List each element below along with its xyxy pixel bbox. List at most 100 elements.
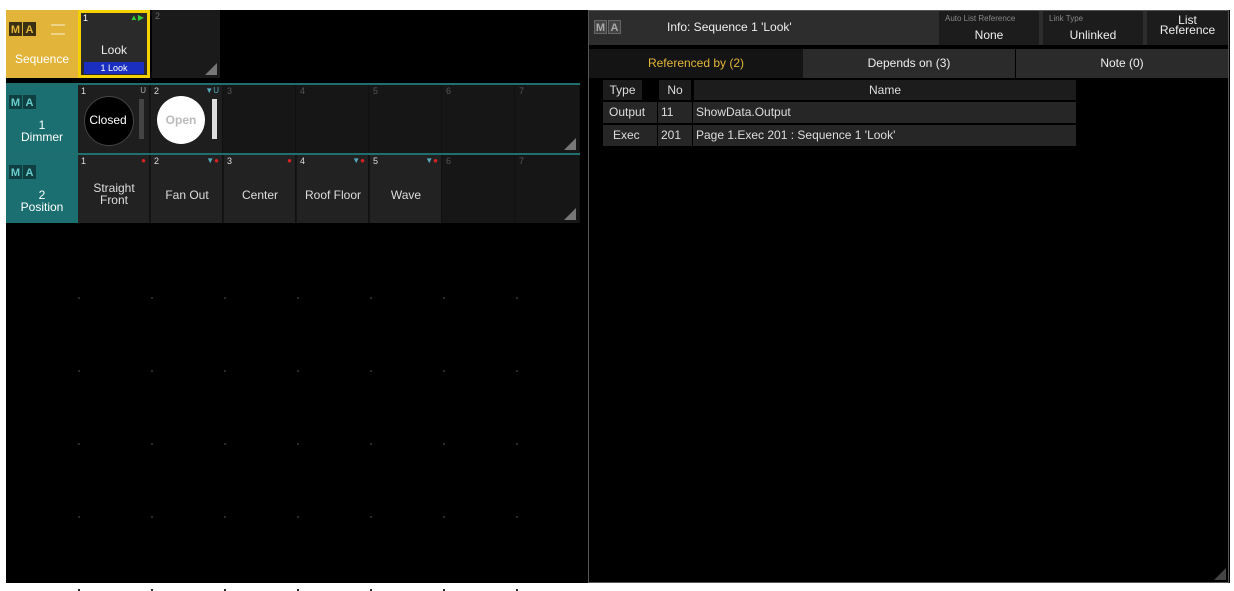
cell-number: 4 xyxy=(300,86,306,96)
list-icon[interactable] xyxy=(51,24,65,35)
sequence-title: Look xyxy=(100,43,128,57)
cell-type: Exec xyxy=(603,125,657,146)
list-reference-button[interactable]: List Reference xyxy=(1147,11,1228,45)
sequence-row: M A Sequence 1 ▲▶ Look 1 Look 2 xyxy=(6,10,580,78)
preset-empty[interactable]: 4 xyxy=(297,85,369,153)
cell-number: 6 xyxy=(446,86,452,96)
sequence-label: Sequence xyxy=(14,52,70,66)
ma-logo-a: A xyxy=(23,95,36,109)
preset-empty[interactable]: 7 xyxy=(516,155,580,223)
grid-dot xyxy=(224,297,226,299)
empty-grid-area[interactable] xyxy=(6,225,580,591)
grid-dot xyxy=(78,297,80,299)
auto-list-reference-label: Auto List Reference xyxy=(945,14,1016,23)
preset-empty[interactable]: 6 xyxy=(443,155,515,223)
resize-handle-icon[interactable] xyxy=(205,63,217,75)
preset-empty[interactable]: 7 xyxy=(516,85,580,153)
grid-dot xyxy=(443,297,445,299)
dimmer-label-block[interactable]: M A 1 Dimmer xyxy=(6,85,78,153)
info-title: Info: Sequence 1 'Look' xyxy=(667,20,792,34)
cell-number: 1 xyxy=(81,86,87,96)
grid-dot xyxy=(151,297,153,299)
grid-dot xyxy=(224,516,226,518)
grid-dot xyxy=(516,370,518,372)
cell-number: 2 xyxy=(155,11,161,21)
column-header-name[interactable]: Name xyxy=(694,80,1076,100)
status-indicator-icon: ▼● xyxy=(425,156,438,165)
column-header-type[interactable]: Type xyxy=(603,80,642,100)
grid-dot xyxy=(370,516,372,518)
preset-closed[interactable]: 1 U Closed xyxy=(78,85,150,153)
tab-referenced-by[interactable]: Referenced by (2) xyxy=(589,49,803,78)
cell-no: 11 xyxy=(658,102,692,123)
grid-dot xyxy=(516,443,518,445)
preset-wave[interactable]: 5 ▼● Wave xyxy=(370,155,442,223)
ma-logo-a: A xyxy=(23,22,36,36)
ma-logo: M A xyxy=(9,165,36,179)
grid-dot xyxy=(516,516,518,518)
cue-label: 1 Look xyxy=(84,62,144,74)
table-row[interactable]: Output 11 ShowData.Output xyxy=(589,102,1077,123)
info-titlebar[interactable]: M A Info: Sequence 1 'Look' Auto List Re… xyxy=(589,11,1228,45)
position-label-block[interactable]: M A 2 Position xyxy=(6,155,78,223)
resize-handle-icon[interactable] xyxy=(1214,568,1226,580)
link-type-button[interactable]: Link Type Unlinked xyxy=(1043,11,1143,45)
grid-dot xyxy=(78,370,80,372)
status-indicator-icon: ▼● xyxy=(352,156,365,165)
cell-number: 2 xyxy=(154,156,160,166)
grid-dot xyxy=(297,516,299,518)
screen: M A Sequence 1 ▲▶ Look 1 Look 2 M A 1 Di… xyxy=(6,10,1230,591)
position-row: M A 2 Position 1 ● Straight Front 2 ▼● F… xyxy=(6,153,580,223)
cell-number: 7 xyxy=(519,86,525,96)
grid-dot xyxy=(151,516,153,518)
auto-list-reference-value: None xyxy=(974,28,1004,42)
grid-dot xyxy=(78,516,80,518)
info-window: M A Info: Sequence 1 'Look' Auto List Re… xyxy=(588,10,1229,583)
preset-open[interactable]: 2 ▼U Open xyxy=(151,85,223,153)
sequence-cell-look[interactable]: 1 ▲▶ Look 1 Look xyxy=(78,10,150,78)
preset-empty[interactable]: 3 xyxy=(224,85,296,153)
ma-logo: M A xyxy=(9,95,36,109)
column-header-no[interactable]: No xyxy=(659,80,691,100)
play-indicator-icon: ▲▶ xyxy=(129,13,144,22)
grid-dot xyxy=(370,370,372,372)
cell-number: 5 xyxy=(373,156,379,166)
cell-type: Output xyxy=(603,102,657,123)
cell-number: 6 xyxy=(446,156,452,166)
preset-empty[interactable]: 6 xyxy=(443,85,515,153)
sequence-label-block[interactable]: M A Sequence xyxy=(6,10,78,78)
link-type-label: Link Type xyxy=(1049,14,1084,23)
grid-dot xyxy=(297,297,299,299)
position-row-label: Position xyxy=(20,200,64,214)
grid-dot xyxy=(224,370,226,372)
sequence-cell-empty[interactable]: 2 xyxy=(152,10,220,78)
ma-logo-a: A xyxy=(608,20,621,34)
preset-label: Roof Floor xyxy=(304,188,362,202)
resize-handle-icon[interactable] xyxy=(564,138,576,150)
grid-dot xyxy=(443,516,445,518)
auto-list-reference-button[interactable]: Auto List Reference None xyxy=(939,11,1039,45)
grid-dot xyxy=(443,370,445,372)
status-dot-icon: ● xyxy=(287,156,292,165)
preset-roof-floor[interactable]: 4 ▼● Roof Floor xyxy=(297,155,369,223)
resize-handle-icon[interactable] xyxy=(564,208,576,220)
ma-logo-m: M xyxy=(9,95,22,109)
preset-label: Center xyxy=(241,188,279,202)
cell-number: 4 xyxy=(300,156,306,166)
preset-empty[interactable]: 5 xyxy=(370,85,442,153)
ma-logo-m: M xyxy=(594,20,607,34)
preset-label: Open xyxy=(165,113,197,127)
preset-straight-front[interactable]: 1 ● Straight Front xyxy=(78,155,150,223)
preset-center[interactable]: 3 ● Center xyxy=(224,155,296,223)
tab-depends-on[interactable]: Depends on (3) xyxy=(803,49,1015,78)
table-row[interactable]: Exec 201 Page 1.Exec 201 : Sequence 1 'L… xyxy=(589,125,1077,146)
preset-fan-out[interactable]: 2 ▼● Fan Out xyxy=(151,155,223,223)
grid-dot xyxy=(443,443,445,445)
list-reference-line2: Reference xyxy=(1159,23,1216,37)
cell-name: ShowData.Output xyxy=(693,102,1076,123)
ma-logo-m: M xyxy=(9,22,22,36)
tab-note[interactable]: Note (0) xyxy=(1016,49,1228,78)
status-indicator-icon: ▼● xyxy=(206,156,219,165)
grid-dot xyxy=(297,370,299,372)
cell-no: 201 xyxy=(658,125,692,146)
